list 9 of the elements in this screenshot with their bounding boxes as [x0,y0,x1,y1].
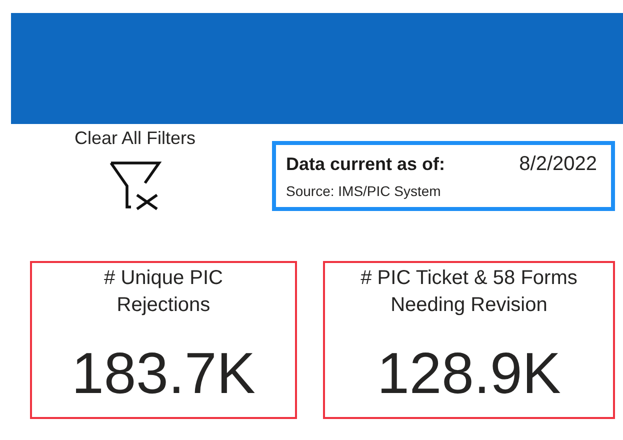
kpi-title: # PIC Ticket & 58 Forms Needing Revision [360,266,578,318]
data-source: Source: IMS/PIC System [286,183,442,199]
kpi-title: # Unique PIC Rejections [103,266,224,318]
data-date: 8/2/2022 [519,153,597,176]
data-current-label: Data current as of: [286,154,446,175]
kpi-value: 128.9K [377,345,561,403]
clear-filters-button[interactable]: Clear All Filters [35,124,235,211]
filter-clear-icon [107,159,163,211]
kpi-value: 183.7K [72,345,256,403]
